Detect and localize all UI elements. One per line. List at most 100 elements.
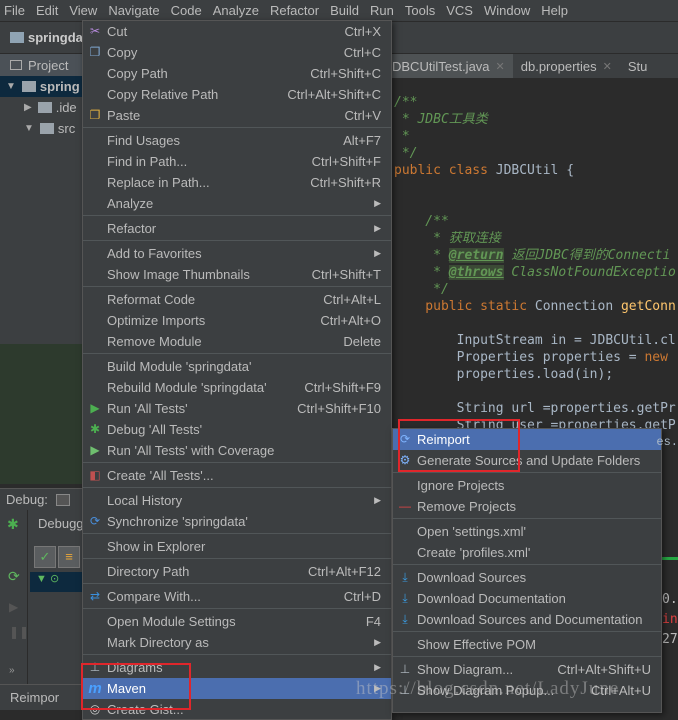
rerun-icon[interactable]: ⟳ bbox=[8, 568, 20, 585]
layout-icon[interactable] bbox=[55, 493, 70, 506]
menu-edit[interactable]: Edit bbox=[36, 3, 58, 18]
menu-analyze[interactable]: Analyze bbox=[213, 3, 259, 18]
menu-item-find-in-path[interactable]: Find in Path... Ctrl+Shift+F bbox=[83, 151, 391, 172]
menu-item-label: Ignore Projects bbox=[417, 478, 505, 493]
pause-icon[interactable]: ❚❚ bbox=[9, 625, 29, 639]
menu-item-label: Local History bbox=[107, 493, 183, 508]
collapse-arrow-icon[interactable]: ▶ bbox=[24, 102, 32, 113]
editor-tab[interactable]: DBCUtilTest.java ✕ bbox=[392, 54, 513, 78]
menu-item-label: Add to Favorites bbox=[107, 246, 202, 261]
project-panel: ▼ spring ▶ .ide ▼ src bbox=[0, 54, 82, 484]
menu-item-cut[interactable]: ✂ Cut Ctrl+X bbox=[83, 21, 391, 42]
debug-toolbar: Debug: bbox=[0, 488, 82, 510]
resume-icon[interactable]: ▶ bbox=[9, 600, 18, 614]
menu-item-copy[interactable]: ❐ Copy Ctrl+C bbox=[83, 42, 391, 63]
menu-view[interactable]: View bbox=[69, 3, 97, 18]
menu-item-create-all-tests[interactable]: ◧ Create 'All Tests'... bbox=[83, 465, 391, 486]
submenu-arrow-icon: ▶ bbox=[374, 637, 381, 647]
code-line: InputStream in = JDBCUtil.cl bbox=[394, 333, 676, 348]
menu-build[interactable]: Build bbox=[330, 3, 359, 18]
compare-icon: ⇄ bbox=[89, 589, 101, 603]
menu-item-download-sources-and-documentation[interactable]: ⤓ Download Sources and Documentation bbox=[393, 609, 661, 630]
menu-run[interactable]: Run bbox=[370, 3, 394, 18]
menu-item-label: Mark Directory as bbox=[107, 635, 209, 650]
expand-arrow-icon[interactable]: ▼ bbox=[6, 81, 16, 92]
menu-item-analyze[interactable]: Analyze ▶ bbox=[83, 193, 391, 214]
menu-item-download-sources[interactable]: ⤓ Download Sources bbox=[393, 567, 661, 588]
code-editor[interactable]: /** * JDBC工具类 * */ public class JDBCUtil… bbox=[392, 80, 678, 430]
passed-filter-icon[interactable]: ✓ bbox=[34, 546, 56, 568]
menu-item-optimize-imports[interactable]: Optimize Imports Ctrl+Alt+O bbox=[83, 310, 391, 331]
menu-refactor[interactable]: Refactor bbox=[270, 3, 319, 18]
menu-tools[interactable]: Tools bbox=[405, 3, 435, 18]
menu-item-directory-path[interactable]: Directory Path Ctrl+Alt+F12 bbox=[83, 561, 391, 582]
menu-file[interactable]: File bbox=[4, 3, 25, 18]
tree-item[interactable]: ▶ .ide bbox=[0, 97, 82, 118]
menu-item-local-history[interactable]: Local History ▶ bbox=[83, 490, 391, 511]
code-line: * bbox=[394, 265, 449, 280]
menu-item-show-diagram-popup[interactable]: ⊥ Show Diagram Popup... Ctrl+Alt+U bbox=[393, 680, 661, 701]
menu-item-create-profiles-xml[interactable]: Create 'profiles.xml' bbox=[393, 542, 661, 563]
console-output: 0. in 27 bbox=[662, 470, 678, 710]
menu-item-compare-with[interactable]: ⇄ Compare With... Ctrl+D bbox=[83, 586, 391, 607]
close-icon[interactable]: ✕ bbox=[603, 60, 612, 73]
menu-item-label: Run 'All Tests' bbox=[107, 401, 188, 416]
menu-item-show-diagram[interactable]: ⊥ Show Diagram... Ctrl+Alt+Shift+U bbox=[393, 659, 661, 680]
menu-navigate[interactable]: Navigate bbox=[108, 3, 159, 18]
menu-item-label: Create 'All Tests'... bbox=[107, 468, 214, 483]
menu-item-show-image-thumbnails[interactable]: Show Image Thumbnails Ctrl+Shift+T bbox=[83, 264, 391, 285]
menu-item-build-module-springdata[interactable]: Build Module 'springdata' bbox=[83, 356, 391, 377]
editor-tab[interactable]: Stu bbox=[620, 54, 656, 78]
menu-item-open-settings-xml[interactable]: Open 'settings.xml' bbox=[393, 521, 661, 542]
menu-item-mark-directory-as[interactable]: Mark Directory as ▶ bbox=[83, 632, 391, 653]
menu-item-label: Show Diagram Popup... bbox=[417, 683, 555, 698]
menu-item-ignore-projects[interactable]: Ignore Projects bbox=[393, 475, 661, 496]
menu-separator bbox=[83, 487, 391, 488]
project-name[interactable]: springda bbox=[28, 30, 83, 45]
menu-vcs[interactable]: VCS bbox=[446, 3, 473, 18]
menu-item-label: Show Diagram... bbox=[417, 662, 514, 677]
expand-arrow-icon[interactable]: ▼ bbox=[24, 123, 34, 134]
menu-item-debug-all-tests[interactable]: ✱ Debug 'All Tests' bbox=[83, 419, 391, 440]
menu-item-remove-projects[interactable]: — Remove Projects bbox=[393, 496, 661, 517]
menu-separator bbox=[83, 533, 391, 534]
menu-item-copy-path[interactable]: Copy Path Ctrl+Shift+C bbox=[83, 63, 391, 84]
menu-item-find-usages[interactable]: Find Usages Alt+F7 bbox=[83, 130, 391, 151]
menu-item-synchronize-springdata[interactable]: ⟳ Synchronize 'springdata' bbox=[83, 511, 391, 532]
menu-item-download-documentation[interactable]: ⤓ Download Documentation bbox=[393, 588, 661, 609]
menu-separator bbox=[393, 631, 661, 632]
menu-item-label: Run 'All Tests' with Coverage bbox=[107, 443, 275, 458]
menu-item-show-effective-pom[interactable]: Show Effective POM bbox=[393, 634, 661, 655]
menu-code[interactable]: Code bbox=[171, 3, 202, 18]
project-tool-tab[interactable]: Project bbox=[0, 54, 82, 76]
menu-item-open-module-settings[interactable]: Open Module Settings F4 bbox=[83, 611, 391, 632]
test-row[interactable]: ▼ ⊙ bbox=[30, 572, 82, 592]
menu-item-label: Open Module Settings bbox=[107, 614, 236, 629]
editor-tab[interactable]: db.properties ✕ bbox=[513, 54, 620, 78]
menu-item-label: Compare With... bbox=[107, 589, 201, 604]
menu-item-label: Analyze bbox=[107, 196, 154, 211]
bug-icon[interactable]: ✱ bbox=[7, 516, 19, 533]
menu-help[interactable]: Help bbox=[541, 3, 568, 18]
menu-item-add-to-favorites[interactable]: Add to Favorites ▶ bbox=[83, 243, 391, 264]
menu-item-show-in-explorer[interactable]: Show in Explorer bbox=[83, 536, 391, 557]
menu-item-reformat-code[interactable]: Reformat Code Ctrl+Alt+L bbox=[83, 289, 391, 310]
close-icon[interactable]: ✕ bbox=[496, 60, 505, 73]
menu-item-rebuild-module-springdata[interactable]: Rebuild Module 'springdata' Ctrl+Shift+F9 bbox=[83, 377, 391, 398]
menu-item-paste[interactable]: ❐ Paste Ctrl+V bbox=[83, 105, 391, 126]
ignored-filter-icon[interactable]: ≡ bbox=[58, 546, 80, 568]
menu-item-remove-module[interactable]: Remove Module Delete bbox=[83, 331, 391, 352]
menu-item-refactor[interactable]: Refactor ▶ bbox=[83, 218, 391, 239]
menu-item-replace-in-path[interactable]: Replace in Path... Ctrl+Shift+R bbox=[83, 172, 391, 193]
tree-item[interactable]: ▼ src bbox=[0, 118, 82, 139]
menu-item-run-all-tests-with-coverage[interactable]: ▶ Run 'All Tests' with Coverage bbox=[83, 440, 391, 461]
menu-window[interactable]: Window bbox=[484, 3, 530, 18]
menu-item-run-all-tests[interactable]: ▶ Run 'All Tests' Ctrl+Shift+F10 bbox=[83, 398, 391, 419]
menu-item-copy-relative-path[interactable]: Copy Relative Path Ctrl+Alt+Shift+C bbox=[83, 84, 391, 105]
code-line: es. bbox=[433, 435, 678, 449]
submenu-arrow-icon: ▶ bbox=[374, 683, 381, 693]
shortcut: Delete bbox=[343, 334, 381, 349]
more-icon[interactable]: » bbox=[9, 665, 15, 676]
tree-item[interactable]: ▼ spring bbox=[0, 76, 82, 97]
sync-icon: ⟳ bbox=[89, 514, 101, 528]
